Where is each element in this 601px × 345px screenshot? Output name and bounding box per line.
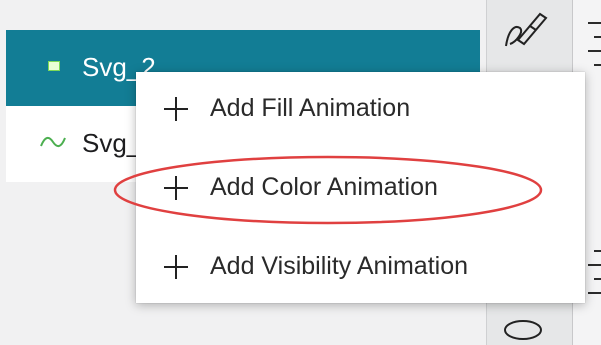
plus-icon	[164, 255, 188, 279]
menu-item-add-fill-animation[interactable]: Add Fill Animation	[136, 80, 585, 142]
plus-icon	[164, 97, 188, 121]
ruler-tick	[588, 292, 601, 294]
pen-icon[interactable]	[500, 10, 550, 50]
ruler-tick	[588, 264, 601, 266]
app-frame: Svg_2 Svg_ Add Fill Animation Add Color …	[0, 0, 601, 345]
menu-item-add-visibility-animation[interactable]: Add Visibility Animation	[136, 238, 585, 300]
highlight-ring	[113, 155, 543, 225]
ruler-tick	[594, 36, 601, 38]
ruler-tick	[588, 22, 601, 24]
menu-item-label: Add Fill Animation	[210, 94, 411, 122]
ruler-tick	[594, 278, 601, 280]
ellipse-icon[interactable]	[500, 312, 546, 342]
menu-item-label: Add Visibility Animation	[210, 252, 469, 280]
rectangle-icon	[48, 61, 60, 71]
ruler-tick	[594, 64, 601, 66]
ruler-tick	[594, 250, 601, 252]
ruler-tick	[588, 50, 601, 52]
wave-icon	[40, 136, 66, 148]
